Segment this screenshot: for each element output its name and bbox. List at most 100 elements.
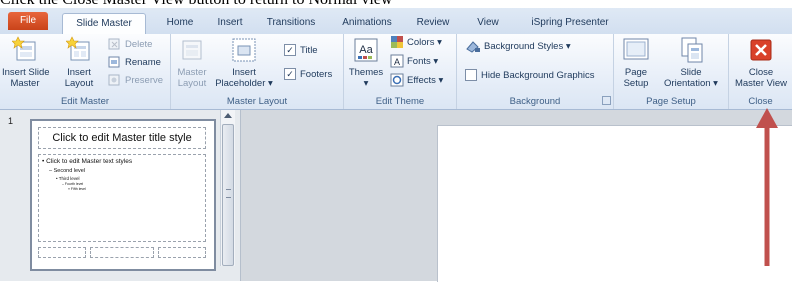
background-styles-button[interactable]: Background Styles ▾ [465,39,571,55]
title-check-icon: ✓ [284,44,296,57]
edit-master-group-label: Edit Master [60,96,110,107]
edit-theme-group-label: Edit Theme [375,96,425,107]
annotation-arrow [756,108,778,266]
master-layout-group-label: Master Layout [226,96,288,107]
thumbnail-date-placeholder [38,247,86,258]
themes-label: Themes [348,67,384,78]
tab-animations[interactable]: Animations [336,13,398,33]
master-slide-thumbnail[interactable]: Click to edit Master title style • Click… [30,119,216,271]
fonts-label: Fonts [407,56,431,67]
delete-label: Delete [125,39,153,50]
preserve-button[interactable]: Preserve [108,73,163,89]
close-master-view-label-1: Close [748,67,774,78]
thumbnail-body-level-4: – Fourth level [62,182,84,186]
delete-button[interactable]: Delete [108,37,152,53]
title-label: Title [300,45,318,56]
footers-label: Footers [300,69,333,80]
tab-review[interactable]: Review [410,13,456,33]
thumbnail-body-placeholder: • Click to edit Master text styles – Sec… [38,154,206,242]
page-setup-icon [623,38,649,60]
fonts-icon: A [390,54,404,68]
rename-icon [108,56,120,68]
themes-dropdown-icon: ▾ [363,78,369,89]
caption-text-clipped: Click the Close Master View button to re… [0,0,792,8]
title-checkbox[interactable]: ✓ Title [284,43,318,59]
hide-background-graphics-check-icon [465,69,477,82]
thumbnail-number-placeholder [158,247,206,258]
insert-placeholder-icon [232,38,256,62]
thumbnail-body-level-2: – Second level [49,168,86,174]
background-group-label: Background [509,96,561,107]
group-background: Background Styles ▾ Hide Background Grap… [457,34,614,109]
caption-fragment: Click the Close Master View button to re… [0,0,392,8]
master-layout-icon [182,40,202,60]
group-edit-master: Insert Slide Master Insert Layout Delete… [0,34,171,109]
colors-icon [391,36,403,49]
group-close: Close Master View Close [729,34,792,109]
footers-check-icon: ✓ [284,68,296,81]
scroll-up-arrow-icon[interactable] [224,113,232,118]
tab-transitions[interactable]: Transitions [260,13,322,33]
footers-checkbox[interactable]: ✓ Footers [284,67,332,83]
svg-text:A: A [394,57,400,67]
background-dialog-launcher-icon[interactable]: . [602,96,611,105]
close-group-label: Close [748,96,773,107]
ribbon: Insert Slide Master Insert Layout Delete… [0,34,792,110]
preserve-icon [108,74,120,86]
scrollbar-grip-icon [226,189,231,198]
tab-file[interactable]: File [8,12,48,30]
svg-text:Aa: Aa [359,44,373,56]
slide-thumbnail-pane: 1 Click to edit Master title style • Cli… [0,110,241,281]
group-master-layout: Master Layout Insert Placeholder ▾ ✓ Titl… [171,34,344,109]
tab-view[interactable]: View [470,13,506,33]
close-icon [750,39,772,61]
colors-button[interactable]: Colors ▾ [390,35,442,51]
page-setup-group-label: Page Setup [646,96,696,107]
tab-slide-master[interactable]: Slide Master [62,13,146,34]
ribbon-tab-bar: File Slide Master Home Insert Transition… [0,8,792,34]
insert-slide-master-icon [11,36,36,61]
fonts-button[interactable]: A Fonts ▾ [390,54,438,70]
insert-layout-icon [65,36,90,61]
master-layout-label-2: Layout [177,78,207,89]
insert-placeholder-label-1: Insert [232,67,256,78]
insert-layout-label-1: Insert [67,67,91,78]
insert-slide-master-button[interactable]: Insert Slide Master [2,36,50,89]
thumbnail-body-level-1: • Click to edit Master text styles [42,158,133,165]
master-layout-label-1: Master [177,67,207,78]
effects-icon [390,73,404,87]
scrollbar-thumb[interactable] [222,124,234,266]
editor-workspace: 1 Click to edit Master title style • Cli… [0,110,792,282]
slide-editing-canvas[interactable] [437,125,792,282]
slide-number: 1 [8,116,14,126]
tab-ispring-presenter[interactable]: iSpring Presenter [520,13,620,33]
close-master-view-label-2: Master View [734,78,788,89]
colors-label: Colors [407,37,435,48]
page-setup-label-1: Page [624,67,648,78]
insert-placeholder-label-2: Placeholder ▾ [215,78,273,89]
themes-button[interactable]: Aa Themes ▾ [348,36,384,89]
group-page-setup: Page Setup Slide Orientation ▾ Page Setu… [614,34,729,109]
slide-orientation-button[interactable]: Slide Orientation ▾ [658,36,724,89]
close-master-view-button[interactable]: Close Master View [731,36,791,89]
hide-background-graphics-checkbox[interactable]: Hide Background Graphics [465,68,595,84]
page-setup-button[interactable]: Page Setup [618,36,654,89]
slide-orientation-icon [681,37,703,63]
thumbnail-body-level-5: » Fifth level [68,187,86,191]
insert-layout-button[interactable]: Insert Layout [58,36,100,89]
page-setup-label-2: Setup [623,78,649,89]
rename-button[interactable]: Rename [108,55,161,71]
themes-icon: Aa [354,38,378,62]
insert-placeholder-button[interactable]: Insert Placeholder ▾ [213,36,275,89]
background-styles-label: Background Styles [484,41,564,52]
effects-button[interactable]: Effects ▾ [390,73,443,89]
effects-label: Effects [407,75,436,86]
delete-icon [108,38,120,50]
tab-insert[interactable]: Insert [210,13,250,33]
tab-home[interactable]: Home [160,13,200,33]
group-edit-theme: Aa Themes ▾ Colors ▾ A Fonts ▾ Effects ▾ … [344,34,457,109]
insert-layout-label-2: Layout [64,78,94,89]
insert-slide-master-label-1: Insert Slide [2,67,50,78]
thumbnail-scrollbar[interactable] [220,110,235,266]
master-layout-button[interactable]: Master Layout [175,36,209,89]
